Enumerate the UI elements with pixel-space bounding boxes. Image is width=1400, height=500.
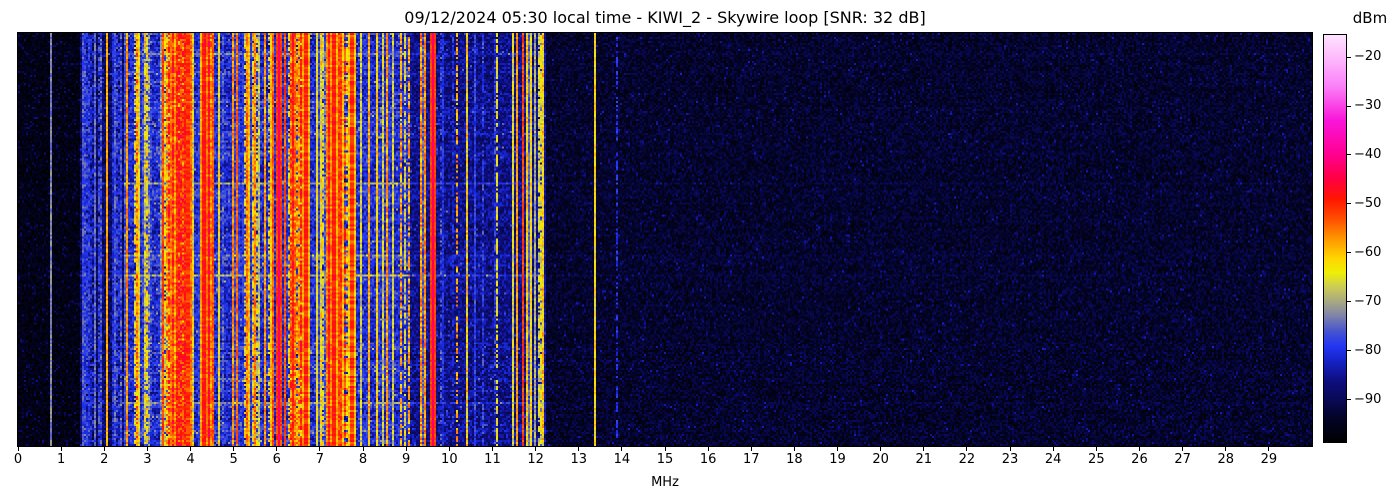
x-tick [1225, 447, 1226, 451]
x-tick-label: 21 [909, 452, 939, 467]
spectrogram-figure: 09/12/2024 05:30 local time - KIWI_2 - S… [0, 0, 1400, 500]
x-tick-label: 25 [1081, 452, 1111, 467]
waterfall-canvas [18, 33, 1312, 446]
x-tick-label: 16 [693, 452, 723, 467]
colorbar-tick [1347, 106, 1351, 107]
plot-title: 09/12/2024 05:30 local time - KIWI_2 - S… [18, 8, 1312, 27]
x-tick [104, 447, 105, 451]
x-tick-label: 15 [650, 452, 680, 467]
x-tick-label: 12 [521, 452, 551, 467]
colorbar-tick [1347, 399, 1351, 400]
x-tick [1139, 447, 1140, 451]
x-tick-label: 8 [348, 452, 378, 467]
x-tick [880, 447, 881, 451]
colorbar-tick-label: −30 [1354, 98, 1381, 114]
x-axis-label: MHz [18, 475, 1312, 490]
x-tick [966, 447, 967, 451]
x-tick-label: 24 [1038, 452, 1068, 467]
x-tick [406, 447, 407, 451]
x-tick [708, 447, 709, 451]
x-tick [190, 447, 191, 451]
x-tick [61, 447, 62, 451]
x-tick-label: 28 [1211, 452, 1241, 467]
colorbar-unit-label: dBm [1347, 9, 1393, 27]
x-tick [363, 447, 364, 451]
colorbar-tick [1347, 57, 1351, 58]
x-tick [837, 447, 838, 451]
x-tick-label: 26 [1124, 452, 1154, 467]
colorbar-tick-label: −20 [1354, 49, 1381, 65]
x-tick [665, 447, 666, 451]
x-tick-label: 17 [736, 452, 766, 467]
x-tick-label: 19 [823, 452, 853, 467]
x-tick-label: 13 [564, 452, 594, 467]
x-tick [18, 447, 19, 451]
colorbar [1323, 34, 1347, 443]
colorbar-tick [1347, 301, 1351, 302]
x-tick-label: 0 [3, 452, 33, 467]
x-tick-label: 4 [176, 452, 206, 467]
x-tick [276, 447, 277, 451]
x-tick-label: 23 [995, 452, 1025, 467]
colorbar-tick-label: −80 [1354, 343, 1381, 359]
x-tick [794, 447, 795, 451]
x-tick-label: 10 [434, 452, 464, 467]
x-tick [621, 447, 622, 451]
x-tick-label: 27 [1168, 452, 1198, 467]
x-tick-label: 7 [305, 452, 335, 467]
x-tick [578, 447, 579, 451]
x-tick [449, 447, 450, 451]
x-tick-label: 11 [477, 452, 507, 467]
colorbar-tick-label: −60 [1354, 245, 1381, 261]
x-tick-label: 2 [89, 452, 119, 467]
x-tick-label: 9 [391, 452, 421, 467]
x-tick [492, 447, 493, 451]
x-tick [233, 447, 234, 451]
waterfall-plot-area [17, 32, 1313, 447]
colorbar-tick [1347, 350, 1351, 351]
colorbar-tick [1347, 252, 1351, 253]
x-tick-label: 3 [132, 452, 162, 467]
x-tick [1268, 447, 1269, 451]
colorbar-tick-label: −90 [1354, 392, 1381, 408]
x-tick [923, 447, 924, 451]
x-tick-label: 20 [866, 452, 896, 467]
colorbar-tick-label: −40 [1354, 147, 1381, 163]
x-tick-label: 1 [46, 452, 76, 467]
x-tick-label: 29 [1254, 452, 1284, 467]
x-tick [1096, 447, 1097, 451]
x-tick-label: 18 [779, 452, 809, 467]
colorbar-tick-label: −50 [1354, 196, 1381, 212]
x-tick [751, 447, 752, 451]
x-tick [535, 447, 536, 451]
colorbar-tick [1347, 154, 1351, 155]
colorbar-tick [1347, 203, 1351, 204]
x-tick [147, 447, 148, 451]
x-tick-label: 22 [952, 452, 982, 467]
x-tick [1053, 447, 1054, 451]
x-tick-label: 14 [607, 452, 637, 467]
x-tick-label: 5 [219, 452, 249, 467]
x-tick [1182, 447, 1183, 451]
x-tick-label: 6 [262, 452, 292, 467]
x-tick [319, 447, 320, 451]
colorbar-tick-label: −70 [1354, 294, 1381, 310]
x-tick [1010, 447, 1011, 451]
colorbar-gradient [1324, 35, 1346, 442]
